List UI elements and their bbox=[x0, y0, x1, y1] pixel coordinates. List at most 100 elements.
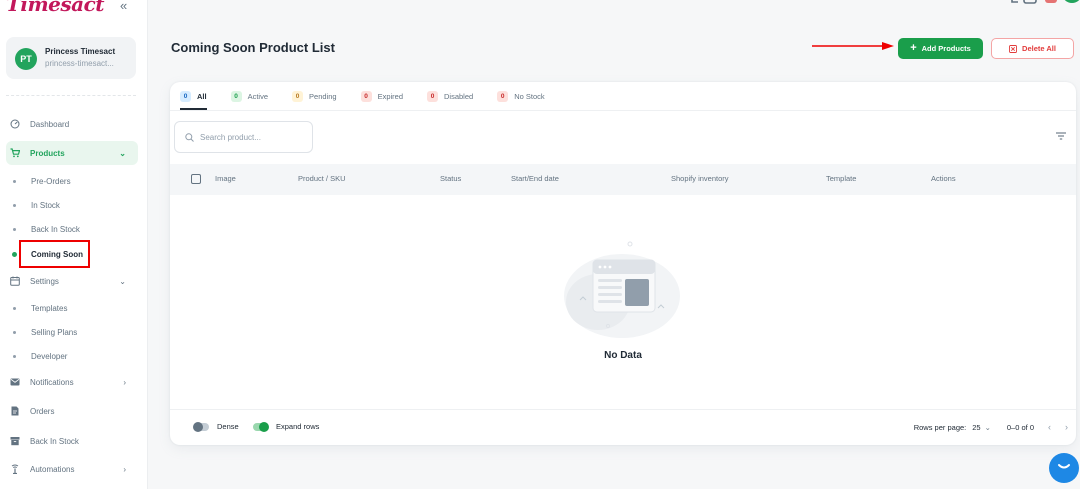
chevron-down-icon: ⌄ bbox=[984, 422, 991, 432]
tab-all[interactable]: 0 All bbox=[180, 82, 207, 110]
previous-page-icon[interactable]: ‹ bbox=[1048, 422, 1051, 432]
contacts-icon[interactable] bbox=[1023, 0, 1037, 4]
sidebar-item-products[interactable]: Products ⌄ bbox=[6, 141, 138, 165]
select-all-checkbox[interactable] bbox=[191, 174, 201, 184]
sidebar-item-label: Dashboard bbox=[30, 119, 70, 129]
sidebar-item-label: Automations bbox=[30, 464, 75, 474]
dense-switch[interactable] bbox=[193, 421, 209, 432]
delete-icon bbox=[1009, 44, 1017, 53]
plus-icon: + bbox=[910, 42, 917, 54]
tab-no-stock[interactable]: 0 No Stock bbox=[497, 82, 545, 110]
pagination-range: 0–0 of 0 bbox=[1006, 422, 1034, 432]
profile-avatar[interactable] bbox=[1062, 0, 1080, 3]
bullet-icon bbox=[12, 251, 17, 257]
chevron-down-icon: ⌄ bbox=[119, 276, 126, 286]
count-badge: 0 bbox=[360, 90, 372, 102]
sidebar-item-developer[interactable]: Developer bbox=[6, 345, 126, 367]
tab-label: All bbox=[197, 91, 207, 101]
sidebar-item-label: In Stock bbox=[31, 200, 60, 210]
sidebar-item-label: Developer bbox=[31, 351, 68, 361]
expand-rows-toggle[interactable]: Expand rows bbox=[253, 421, 320, 432]
next-page-icon[interactable]: › bbox=[1065, 422, 1068, 432]
account-store: princess-timesact... bbox=[45, 59, 114, 68]
sidebar-item-automations[interactable]: Automations › bbox=[6, 457, 138, 481]
tab-label: Expired bbox=[377, 91, 403, 101]
search-input[interactable]: Search product... bbox=[174, 121, 313, 153]
column-header-product-sku[interactable]: Product / SKU bbox=[298, 174, 346, 183]
tab-label: Pending bbox=[309, 91, 337, 101]
chat-icon bbox=[1058, 464, 1070, 469]
sidebar-item-notifications[interactable]: Notifications › bbox=[6, 370, 138, 394]
sidebar-item-label: Templates bbox=[31, 303, 68, 313]
count-badge: 0 bbox=[230, 90, 242, 102]
tab-disabled[interactable]: 0 Disabled bbox=[427, 82, 473, 110]
sidebar-item-dashboard[interactable]: Dashboard bbox=[6, 112, 138, 136]
delete-all-label: Delete All bbox=[1022, 44, 1056, 53]
bullet-icon bbox=[13, 179, 16, 183]
sidebar: Timesact « PT Princess Timesact princess… bbox=[0, 0, 148, 489]
empty-state-text: No Data bbox=[604, 350, 642, 361]
count-badge: 0 bbox=[180, 90, 191, 102]
delete-all-button[interactable]: Delete All bbox=[991, 38, 1074, 59]
mail-icon bbox=[10, 377, 20, 387]
add-products-button[interactable]: + Add Products bbox=[898, 38, 983, 59]
sidebar-item-settings[interactable]: Settings ⌄ bbox=[6, 269, 138, 293]
language-icon[interactable] bbox=[1011, 0, 1018, 3]
column-header-start-end-date[interactable]: Start/End date bbox=[511, 174, 559, 183]
column-header-image: Image bbox=[215, 174, 236, 183]
sidebar-item-label: Notifications bbox=[30, 377, 74, 387]
tabs-divider bbox=[170, 110, 1076, 111]
brand-logo[interactable]: Timesact bbox=[6, 0, 105, 16]
sidebar-item-selling-plans[interactable]: Selling Plans bbox=[6, 321, 126, 343]
rows-per-page-label: Rows per page: bbox=[913, 422, 967, 432]
count-badge: 0 bbox=[292, 90, 304, 102]
product-list-card: 0 All 0 Active 0 Pending 0 Expired 0 Dis… bbox=[170, 82, 1076, 445]
dense-label: Dense bbox=[217, 422, 239, 431]
column-header-status[interactable]: Status bbox=[440, 174, 461, 183]
tab-active[interactable]: 0 Active bbox=[230, 82, 269, 110]
dense-toggle[interactable]: Dense bbox=[193, 421, 239, 432]
collapse-sidebar-icon[interactable]: « bbox=[120, 0, 127, 13]
chat-button[interactable] bbox=[1049, 453, 1079, 483]
sidebar-item-label: Products bbox=[30, 148, 65, 158]
sidebar-item-templates[interactable]: Templates bbox=[6, 297, 126, 319]
sidebar-item-in-stock[interactable]: In Stock bbox=[6, 194, 126, 216]
sidebar-item-pre-orders[interactable]: Pre-Orders bbox=[6, 170, 126, 192]
column-header-shopify-inventory[interactable]: Shopify inventory bbox=[671, 174, 729, 183]
sidebar-item-label: Back In Stock bbox=[30, 436, 79, 446]
page-title: Coming Soon Product List bbox=[171, 40, 335, 55]
bullet-icon bbox=[13, 203, 16, 207]
expand-rows-label: Expand rows bbox=[276, 422, 320, 431]
status-tabs: 0 All 0 Active 0 Pending 0 Expired 0 Dis… bbox=[180, 82, 569, 110]
sidebar-item-orders[interactable]: Orders bbox=[6, 399, 138, 423]
rows-per-page-select[interactable]: 25 ⌄ bbox=[972, 423, 991, 432]
column-header-template[interactable]: Template bbox=[826, 174, 856, 183]
avatar: PT bbox=[15, 48, 37, 70]
bullet-icon bbox=[13, 306, 16, 310]
annotation-highlight-box bbox=[19, 240, 90, 268]
archive-icon bbox=[10, 436, 20, 446]
chevron-down-icon: ⌄ bbox=[119, 148, 126, 158]
filter-icon[interactable] bbox=[1056, 132, 1066, 140]
account-card[interactable]: PT Princess Timesact princess-timesact..… bbox=[6, 37, 136, 79]
sidebar-item-back-in-stock-sub[interactable]: Back In Stock bbox=[6, 218, 126, 240]
rows-per-page-value: 25 bbox=[972, 422, 981, 432]
antenna-icon bbox=[10, 464, 20, 474]
search-icon bbox=[185, 132, 194, 142]
cart-icon bbox=[10, 148, 20, 158]
tab-pending[interactable]: 0 Pending bbox=[292, 82, 337, 110]
search-placeholder: Search product... bbox=[200, 132, 261, 142]
sidebar-item-back-in-stock[interactable]: Back In Stock bbox=[6, 429, 138, 453]
dashboard-icon bbox=[10, 119, 20, 129]
sidebar-item-label: Selling Plans bbox=[31, 327, 78, 337]
tab-label: Active bbox=[247, 91, 269, 101]
expand-rows-switch[interactable] bbox=[253, 421, 269, 432]
sidebar-item-label: Pre-Orders bbox=[31, 176, 71, 186]
notification-icon[interactable] bbox=[1045, 0, 1057, 3]
empty-state-illustration bbox=[564, 241, 680, 338]
bullet-icon bbox=[13, 227, 16, 231]
tab-expired[interactable]: 0 Expired bbox=[360, 82, 403, 110]
bullet-icon bbox=[13, 354, 16, 358]
account-name: Princess Timesact bbox=[45, 47, 116, 56]
count-badge: 0 bbox=[497, 90, 509, 102]
